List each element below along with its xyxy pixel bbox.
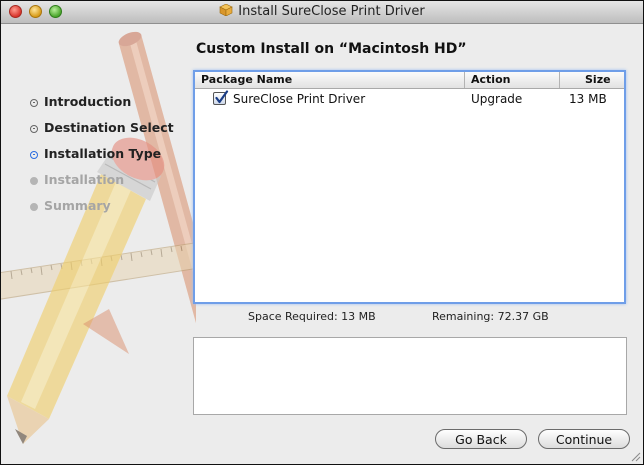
step-bullet-icon <box>30 177 38 185</box>
page-title: Custom Install on “Macintosh HD” <box>196 41 467 57</box>
step-label: Installation <box>44 172 125 187</box>
column-header-size[interactable]: Size <box>585 73 611 86</box>
column-header-action[interactable]: Action <box>471 73 510 86</box>
step-label: Installation Type <box>44 146 162 161</box>
step-label: Destination Select <box>44 120 174 135</box>
installer-window: Install SureClose Print Driver Introduct… <box>0 0 644 465</box>
resize-grip-icon[interactable] <box>629 450 641 462</box>
step-label: Introduction <box>44 94 132 109</box>
space-required: Space Required: 13 MB <box>248 310 376 323</box>
step-bullet-icon <box>30 151 38 159</box>
column-header-package-name[interactable]: Package Name <box>201 73 292 86</box>
space-remaining: Remaining: 72.37 GB <box>432 310 549 323</box>
window-title-group: Install SureClose Print Driver <box>1 4 643 19</box>
package-description <box>193 337 627 415</box>
step-label: Summary <box>44 198 111 213</box>
step-bullet-icon <box>30 203 38 211</box>
step-bullet-icon <box>30 99 38 107</box>
continue-button[interactable]: Continue <box>538 429 630 449</box>
title-bar[interactable]: Install SureClose Print Driver <box>1 1 643 24</box>
package-size: 13 MB <box>569 92 607 106</box>
column-divider[interactable] <box>559 72 560 88</box>
step-bullet-icon <box>30 125 38 133</box>
package-action[interactable]: Upgrade <box>471 92 522 106</box>
checkmark-icon <box>215 90 229 104</box>
table-header: Package Name Action Size <box>195 72 624 89</box>
package-name: SureClose Print Driver <box>233 92 366 106</box>
window-title: Install SureClose Print Driver <box>238 4 425 19</box>
column-divider[interactable] <box>464 72 465 88</box>
package-table[interactable]: Package Name Action Size SureClose Print… <box>193 70 626 304</box>
package-icon <box>219 4 233 16</box>
go-back-button[interactable]: Go Back <box>435 429 527 449</box>
pencil-ruler-icon <box>1 31 196 444</box>
package-checkbox[interactable] <box>213 90 229 105</box>
table-row[interactable]: SureClose Print Driver Upgrade 13 MB <box>195 90 624 110</box>
